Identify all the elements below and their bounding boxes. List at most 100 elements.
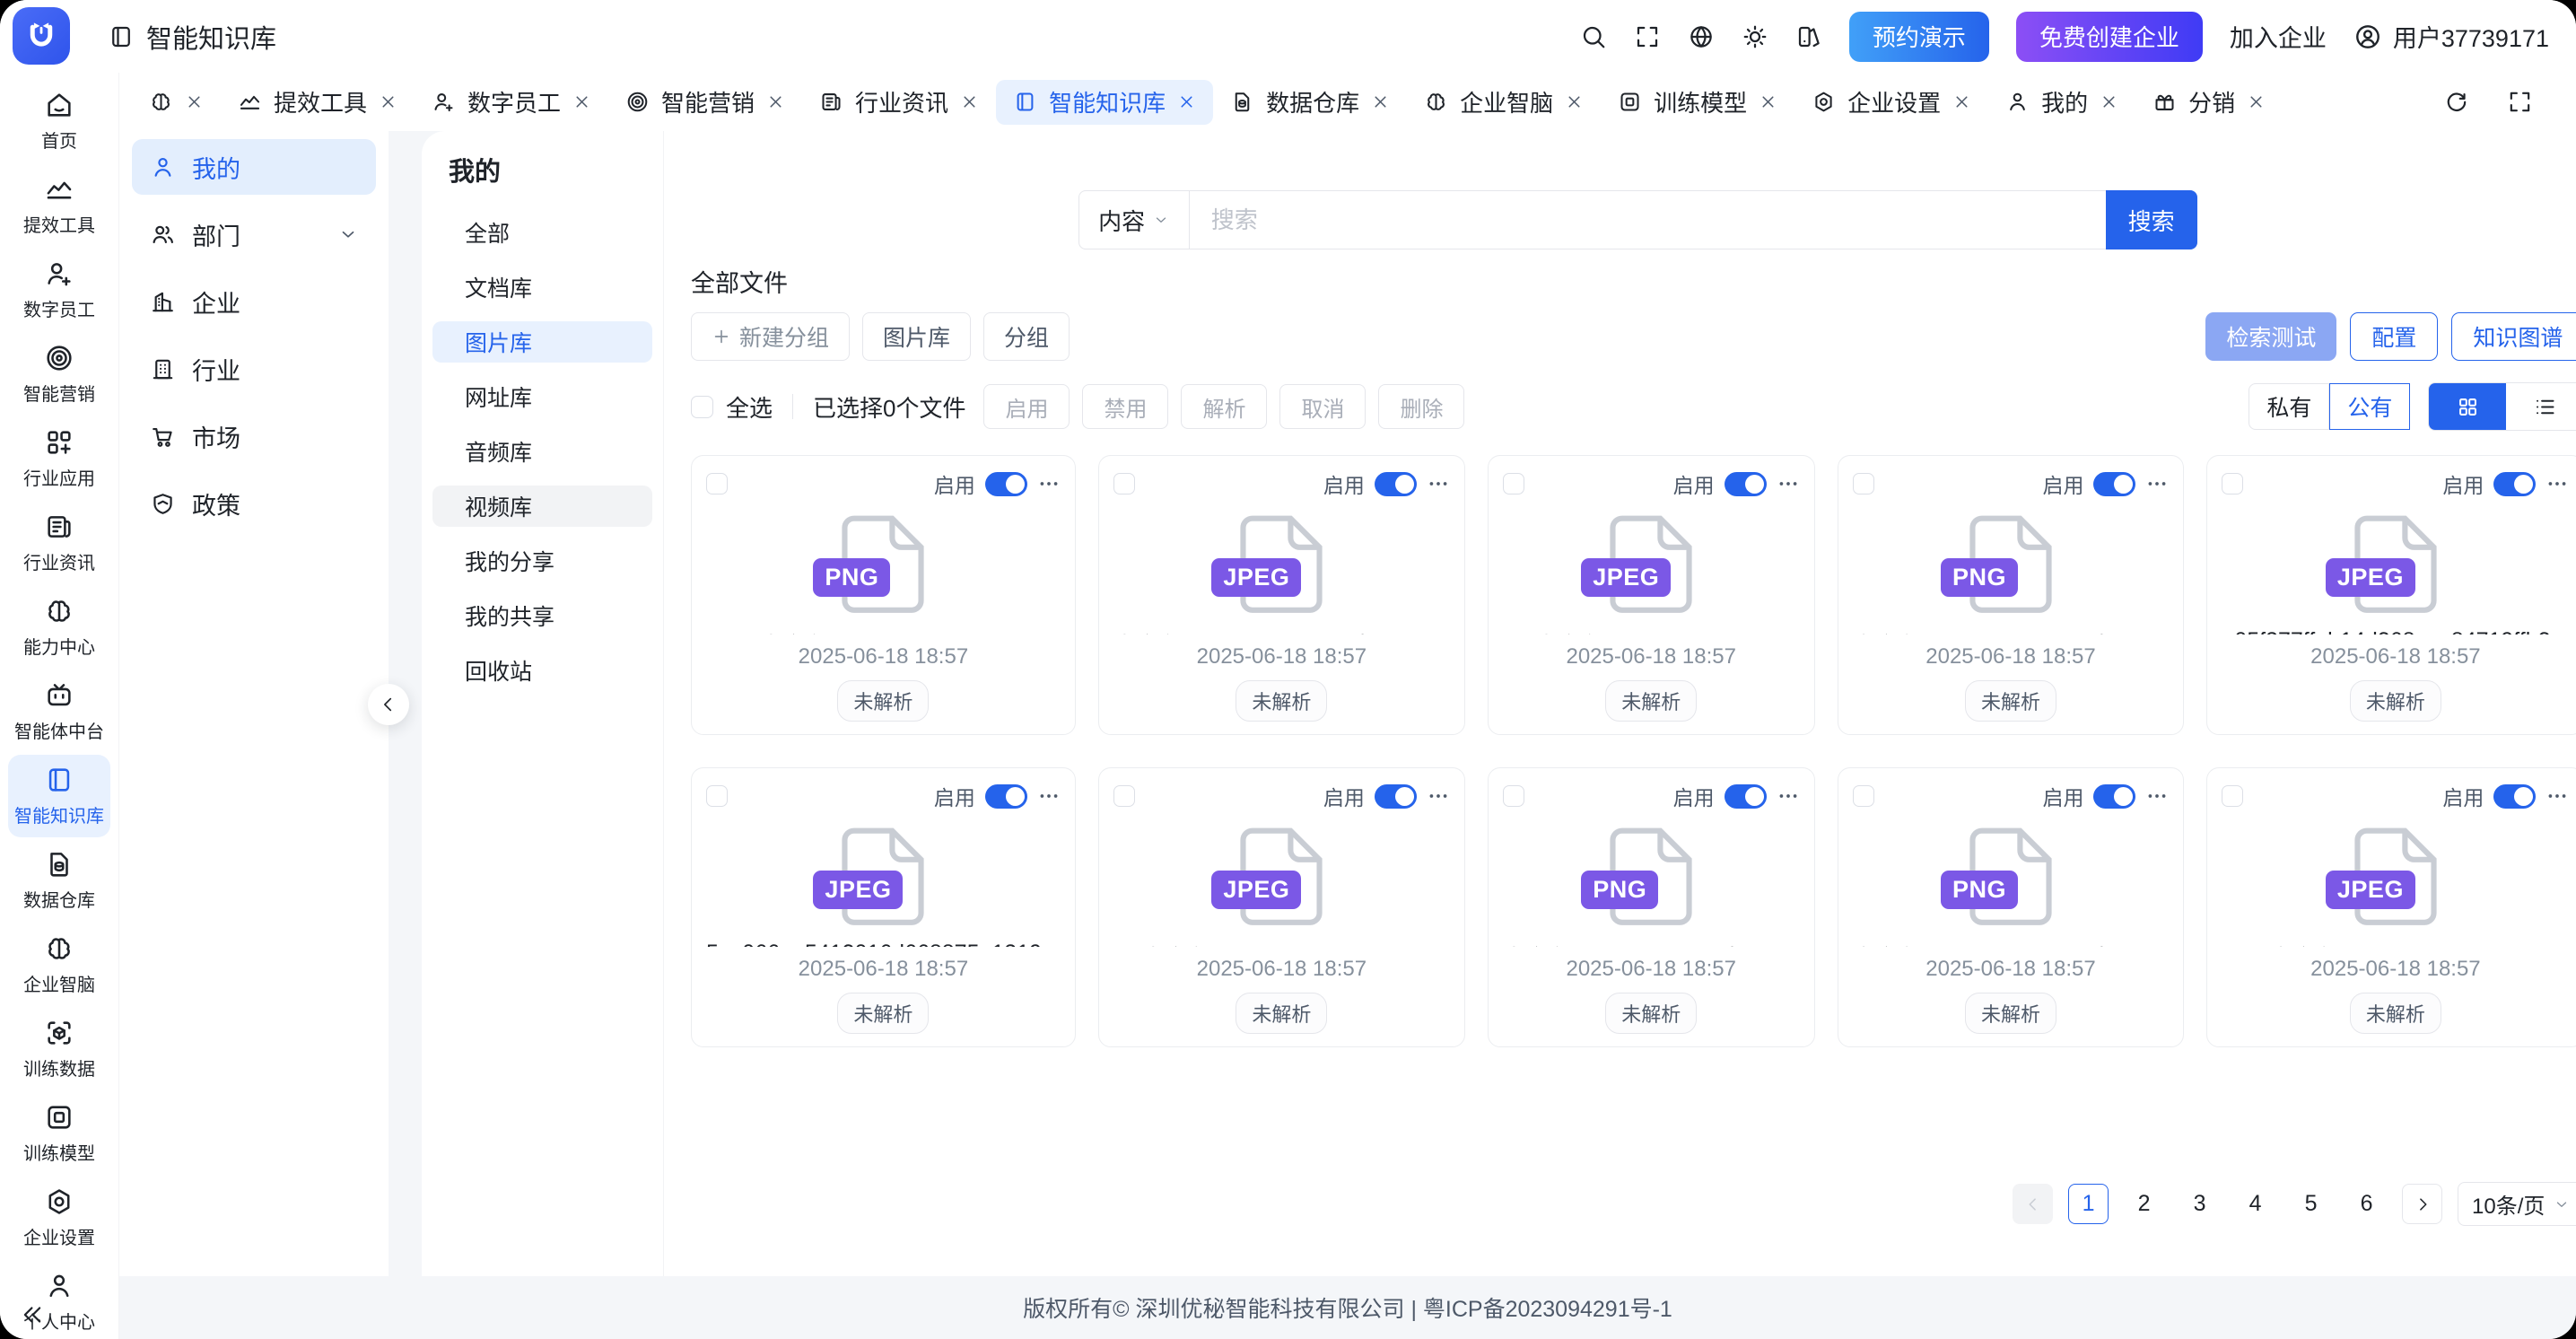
org-nav-item[interactable]: 行业 [132, 341, 376, 397]
enable-toggle[interactable] [1375, 784, 1417, 809]
enable-toggle[interactable] [985, 784, 1027, 809]
tab[interactable]: 数字员工 [415, 80, 608, 125]
visibility-option[interactable]: 私有 [2249, 383, 2329, 430]
file-card[interactable]: 启用 JPEG [1098, 455, 1465, 735]
collapse-panel-button[interactable] [368, 684, 409, 725]
tab[interactable]: 企业智脑 [1407, 80, 1601, 125]
tree-item[interactable]: 我的分享 [432, 540, 652, 582]
page-number-button[interactable]: 2 [2124, 1184, 2164, 1224]
tab-close-icon[interactable] [1371, 92, 1390, 111]
enable-toggle[interactable] [2493, 472, 2536, 496]
tab-close-icon[interactable] [960, 92, 979, 111]
more-menu-icon[interactable] [2545, 784, 2569, 808]
enable-toggle[interactable] [1725, 784, 1767, 809]
skin-palette-icon[interactable] [1795, 23, 1822, 50]
enable-toggle[interactable] [2493, 784, 2536, 809]
sidebar-item[interactable]: 能力中心 [8, 586, 110, 669]
page-number-button[interactable]: 3 [2179, 1184, 2220, 1224]
file-checkbox[interactable] [1113, 473, 1135, 494]
tab-close-icon[interactable] [1565, 92, 1584, 111]
tree-item[interactable]: 回收站 [432, 650, 652, 691]
more-menu-icon[interactable] [2545, 472, 2569, 495]
enable-toggle[interactable] [1375, 472, 1417, 496]
sidebar-item[interactable]: 企业智脑 [8, 923, 110, 1006]
expand-view-icon[interactable] [2507, 89, 2533, 115]
tab[interactable]: 企业设置 [1794, 80, 1988, 125]
file-checkbox[interactable] [706, 473, 728, 494]
join-enterprise-link[interactable]: 加入企业 [2230, 19, 2327, 54]
tab[interactable]: 智能知识库 [996, 80, 1213, 125]
file-card[interactable]: 启用 PNG [691, 455, 1076, 735]
page-number-button[interactable]: 1 [2068, 1184, 2109, 1224]
tab[interactable]: 提效工具 [221, 80, 415, 125]
page-number-button[interactable]: 4 [2235, 1184, 2275, 1224]
tab[interactable]: 行业资讯 [802, 80, 996, 125]
file-card[interactable]: 启用 PNG [1838, 455, 2185, 735]
sidebar-item[interactable]: 数字员工 [8, 249, 110, 331]
prev-page-button[interactable] [2013, 1184, 2053, 1224]
refresh-icon[interactable] [2443, 89, 2469, 115]
next-page-button[interactable] [2402, 1184, 2442, 1224]
tab-close-icon[interactable] [572, 92, 591, 111]
file-card[interactable]: 启用 JPEG [1098, 767, 1465, 1047]
search-input[interactable] [1190, 191, 2106, 249]
sidebar-item[interactable]: 行业应用 [8, 417, 110, 500]
tree-item[interactable]: 全部 [432, 212, 652, 253]
file-checkbox[interactable] [1503, 785, 1524, 807]
tab[interactable]: 数据仓库 [1213, 80, 1407, 125]
page-number-button[interactable]: 6 [2346, 1184, 2387, 1224]
language-globe-icon[interactable] [1688, 23, 1715, 50]
group-tab[interactable]: 图片库 [862, 312, 971, 361]
file-checkbox[interactable] [1853, 473, 1874, 494]
file-checkbox[interactable] [1853, 785, 1874, 807]
tree-item[interactable]: 图片库 [432, 321, 652, 363]
file-checkbox[interactable] [2222, 785, 2243, 807]
tab-close-icon[interactable] [2100, 92, 2118, 111]
tree-item[interactable]: 音频库 [432, 431, 652, 472]
org-nav-item[interactable]: 政策 [132, 476, 376, 531]
tab[interactable] [132, 80, 221, 125]
tab[interactable]: 智能营销 [608, 80, 802, 125]
bulk-action-button[interactable]: 删除 [1378, 384, 1464, 429]
more-menu-icon[interactable] [1427, 784, 1450, 808]
theme-light-icon[interactable] [1742, 23, 1768, 50]
file-checkbox[interactable] [706, 785, 728, 807]
tab-close-icon[interactable] [1952, 92, 1971, 111]
org-nav-item[interactable]: 市场 [132, 408, 376, 464]
kb-action-button[interactable]: 知识图谱 [2451, 312, 2576, 361]
bulk-action-button[interactable]: 禁用 [1082, 384, 1168, 429]
tab-close-icon[interactable] [766, 92, 785, 111]
tab-close-icon[interactable] [379, 92, 397, 111]
tree-item[interactable]: 文档库 [432, 267, 652, 308]
more-menu-icon[interactable] [1777, 472, 1800, 495]
sidebar-item[interactable]: 提效工具 [8, 164, 110, 247]
grid-view-button[interactable] [2429, 383, 2506, 430]
file-card[interactable]: 启用 JPEG [1488, 455, 1815, 735]
create-enterprise-button[interactable]: 免费创建企业 [2016, 12, 2203, 62]
bulk-action-button[interactable]: 解析 [1181, 384, 1267, 429]
more-menu-icon[interactable] [2145, 784, 2169, 808]
new-group-button[interactable]: 新建分组 [691, 312, 850, 361]
more-menu-icon[interactable] [1037, 784, 1061, 808]
sidebar-item[interactable]: 数据仓库 [8, 839, 110, 922]
sidebar-item[interactable]: 智能知识库 [8, 755, 110, 837]
more-menu-icon[interactable] [2145, 472, 2169, 495]
group-tab[interactable]: 分组 [983, 312, 1070, 361]
file-card[interactable]: 启用 JPEG [691, 767, 1076, 1047]
file-card[interactable]: 启用 PNG [1838, 767, 2185, 1047]
tree-item[interactable]: 我的共享 [432, 595, 652, 636]
tab[interactable]: 我的 [1988, 80, 2135, 125]
page-number-button[interactable]: 5 [2291, 1184, 2331, 1224]
bulk-action-button[interactable]: 启用 [983, 384, 1070, 429]
tree-item[interactable]: 视频库 [432, 486, 652, 527]
list-view-button[interactable] [2506, 383, 2576, 430]
tab-close-icon[interactable] [1759, 92, 1777, 111]
org-nav-item[interactable]: 企业 [132, 274, 376, 329]
enable-toggle[interactable] [1725, 472, 1767, 496]
org-nav-item[interactable]: 我的 [132, 139, 376, 195]
visibility-option[interactable]: 公有 [2329, 383, 2410, 430]
tab-close-icon[interactable] [2247, 92, 2266, 111]
file-checkbox[interactable] [2222, 473, 2243, 494]
more-menu-icon[interactable] [1427, 472, 1450, 495]
book-demo-button[interactable]: 预约演示 [1849, 12, 1989, 62]
